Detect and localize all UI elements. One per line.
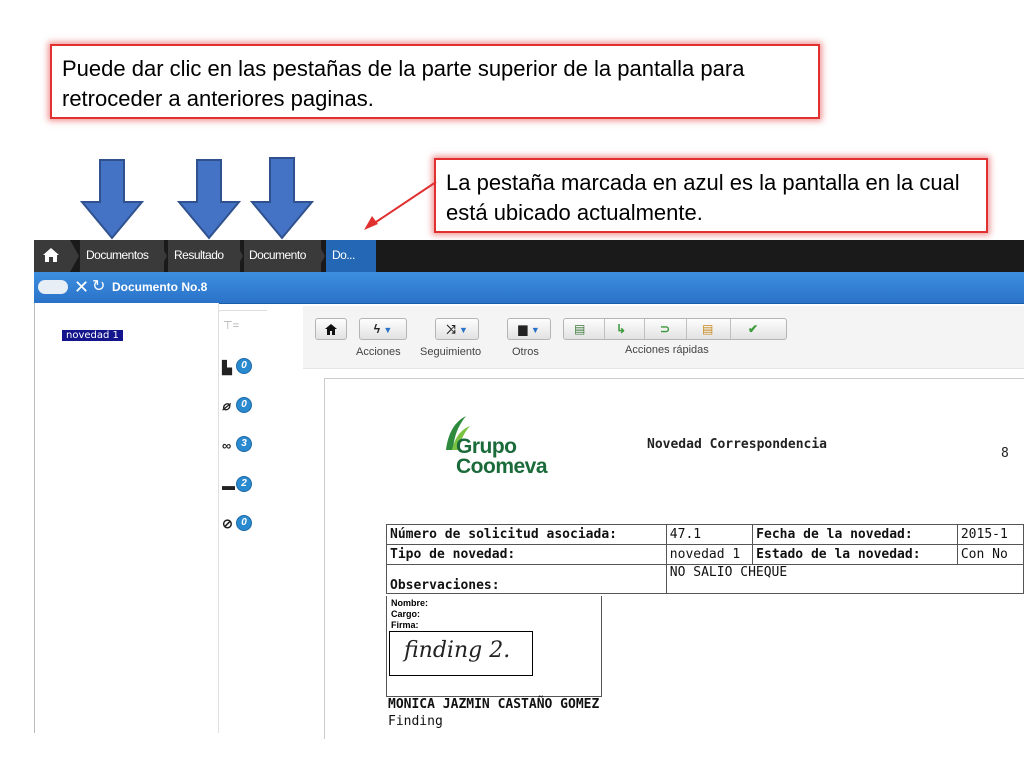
tree-view-tab[interactable]: ⊤= [218, 310, 267, 347]
return-icon[interactable]: ⊃ [660, 319, 670, 339]
fecha-value: 2015-1 [956, 524, 1024, 545]
document-heading: Novedad Correspondencia [647, 437, 828, 452]
tree-node-novedad[interactable]: novedad 1 [62, 330, 123, 341]
close-icon[interactable]: ✕ [74, 276, 89, 298]
otros-label: Otros [512, 346, 539, 358]
firma-label: Firma: [391, 620, 419, 630]
estado-label: Estado de la novedad: [752, 544, 958, 565]
acciones-button[interactable]: ϟ ▼ [359, 318, 407, 340]
links-count-badge: 3 [236, 436, 252, 452]
document-details-table: Número de solicitud asociada: 47.1 Fecha… [386, 524, 1024, 594]
tipo-label: Tipo de novedad: [386, 544, 667, 565]
divider [644, 319, 645, 339]
callout-tabs-hint: Puede dar clic en las pestañas de la par… [50, 44, 820, 119]
down-arrow-icon [80, 159, 144, 240]
quick-actions-group: ▤ ↳ ⊃ ▤ ✔ [563, 318, 787, 340]
handwritten-signature: finding 2. [404, 638, 511, 663]
breadcrumb: Documentos Resultado Documento Do... [34, 240, 1024, 272]
nombre-label: Nombre: [391, 598, 429, 608]
breadcrumb-item-resultado[interactable]: Resultado [168, 240, 240, 272]
refresh-icon[interactable]: ↻ [92, 276, 105, 298]
breadcrumb-item-documentos[interactable]: Documentos [80, 240, 164, 272]
edit-doc-icon[interactable]: ▤ [702, 319, 713, 339]
history-count-badge: 0 [236, 515, 252, 531]
table-row: Tipo de novedad: novedad 1 Estado de la … [386, 544, 1024, 565]
home-icon [325, 324, 337, 335]
panel-border [34, 303, 35, 733]
attachments-count-badge: 0 [236, 397, 252, 413]
down-arrow-icon [250, 157, 314, 240]
signer-name: MONICA JAZMIN CASTAÑO GOMEZ [388, 697, 600, 712]
comments-count-badge: 2 [236, 476, 252, 492]
document-icon[interactable]: ▙ [222, 360, 232, 376]
acciones-label: Acciones [356, 346, 401, 358]
tab-title[interactable]: Documento No.8 [112, 278, 207, 296]
chevron-down-icon: ▼ [530, 325, 540, 335]
history-icon[interactable]: ⊘ [222, 516, 233, 532]
documents-count-badge: 0 [236, 358, 252, 374]
export-doc-icon[interactable]: ▤ [574, 319, 585, 339]
breadcrumb-separator [158, 240, 167, 272]
table-row: Número de solicitud asociada: 47.1 Fecha… [386, 524, 1024, 545]
breadcrumb-home[interactable] [34, 240, 70, 272]
cargo-label: Cargo: [391, 609, 420, 619]
shuffle-icon: ⤨ [446, 322, 456, 336]
briefcase-icon: ▆ [518, 322, 528, 336]
tree-panel [34, 303, 219, 733]
paperclip-icon[interactable]: ⌀ [222, 398, 230, 414]
route-icon[interactable]: ↳ [616, 319, 626, 339]
document-tab-bar: ✕ ↻ Documento No.8 [34, 272, 1024, 304]
home-icon [43, 248, 59, 262]
bolt-icon: ϟ [373, 322, 381, 336]
acciones-rapidas-label: Acciones rápidas [625, 344, 709, 356]
breadcrumb-item-documento[interactable]: Documento [244, 240, 321, 272]
breadcrumb-item-current[interactable]: Do... [326, 240, 376, 272]
observaciones-value: NO SALIO CHEQUE [665, 564, 1024, 594]
solicitud-label: Número de solicitud asociada: [386, 524, 667, 545]
home-button[interactable] [315, 318, 347, 340]
chevron-down-icon: ▼ [383, 325, 393, 335]
comment-icon[interactable]: ▬ [222, 478, 235, 493]
breadcrumb-separator [70, 240, 79, 272]
callout-current-tab-hint: La pestaña marcada en azul es la pantall… [434, 158, 988, 233]
signer-role: Finding [388, 714, 443, 729]
logo-text-line2: Coomeva [456, 455, 548, 478]
signature-image: finding 2. [389, 631, 533, 676]
breadcrumb-separator [234, 240, 243, 272]
divider [730, 319, 731, 339]
table-row: Observaciones: NO SALIO CHEQUE [386, 564, 1024, 594]
estado-value: Con No [956, 544, 1024, 565]
divider [686, 319, 687, 339]
seguimiento-button[interactable]: ⤨ ▼ [435, 318, 479, 340]
breadcrumb-separator [316, 240, 325, 272]
tab-toggle[interactable] [38, 280, 68, 294]
down-arrow-icon [177, 159, 241, 240]
document-number: 8 [1001, 446, 1009, 461]
chevron-down-icon: ▼ [459, 325, 468, 335]
check-icon[interactable]: ✔ [748, 319, 758, 339]
seguimiento-label: Seguimiento [420, 346, 482, 358]
otros-button[interactable]: ▆ ▼ [507, 318, 551, 340]
solicitud-value: 47.1 [665, 524, 754, 545]
pointer-arrow-icon [364, 181, 437, 230]
link-icon[interactable]: ∞ [222, 438, 231, 453]
tipo-value: novedad 1 [665, 544, 754, 565]
divider [604, 319, 605, 339]
observaciones-label: Observaciones: [386, 564, 667, 594]
fecha-label: Fecha de la novedad: [752, 524, 958, 545]
action-toolbar: ϟ ▼ ⤨ ▼ ▆ ▼ ▤ ↳ ⊃ ▤ ✔ Acciones Seguimien… [303, 306, 1024, 369]
tree-icon: ⊤= [223, 320, 240, 332]
